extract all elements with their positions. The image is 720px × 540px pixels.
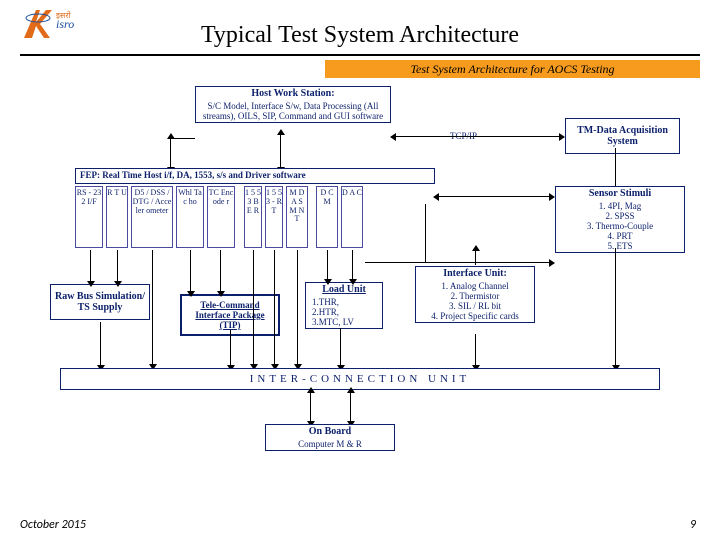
tm-data-box: TM-Data Acquisition System — [565, 118, 680, 154]
connector — [90, 250, 91, 282]
loadunit-box: Load Unit 1.THR, 2.HTR, 3.MTC, LV — [305, 282, 383, 329]
col-mdasmnt: M D A S M N T — [286, 186, 308, 248]
connector — [425, 262, 550, 263]
sensor-list: 1. 4PI, Mag 2. SPSS 3. Thermo-Couple 4. … — [556, 200, 684, 252]
col-1553ber: 1 5 5 3 B E R — [244, 186, 262, 248]
footer-page: 9 — [690, 518, 696, 532]
sensor-header: Sensor Stimuli — [556, 187, 684, 200]
connector — [350, 392, 351, 422]
connector — [190, 250, 191, 292]
interconnection-unit: INTER-CONNECTION UNIT — [60, 368, 660, 390]
tm-header: TM-Data Acquisition System — [566, 119, 679, 153]
interface-unit-box: Interface Unit: 1. Analog Channel 2. The… — [415, 266, 535, 323]
connector — [274, 250, 275, 365]
obc-box: On Board Computer M & R — [265, 424, 395, 451]
col-dss: D5 / DSS / DTG / Acceler ometer — [131, 186, 173, 248]
col-dac: D A C — [341, 186, 363, 248]
architecture-diagram: Host Work Station: S/C Model, Interface … — [20, 86, 700, 496]
footer-date: October 2015 — [20, 518, 86, 532]
sensor-stimuli-box: Sensor Stimuli 1. 4PI, Mag 2. SPSS 3. Th… — [555, 186, 685, 253]
connector — [365, 262, 425, 263]
col-rs232: RS - 232 I/F — [75, 186, 103, 248]
page-title: Typical Test System Architecture — [0, 22, 720, 49]
svg-text:इसरो: इसरो — [56, 10, 72, 20]
connector — [170, 138, 171, 168]
load-header: Load Unit — [306, 283, 382, 296]
connector — [310, 392, 311, 422]
connector — [395, 136, 560, 137]
connector — [327, 250, 328, 280]
fep-text: FEP: Real Time Host i/f, DA, 1553, s/s a… — [76, 169, 434, 181]
host-workstation-box: Host Work Station: S/C Model, Interface … — [195, 86, 391, 123]
load-body: 1.THR, 2.HTR, 3.MTC, LV — [306, 296, 382, 328]
connector — [425, 204, 426, 262]
tip-header: Tele-Command Interface Package (TIP) — [182, 296, 278, 334]
rawbus-box: Raw Bus Simulation/ TS Supply — [50, 284, 150, 320]
connector — [615, 248, 616, 366]
connector — [230, 330, 231, 366]
obc-header: On Board — [266, 425, 394, 438]
col-1553rt: 1 5 5 3 - R T — [265, 186, 283, 248]
col-rtu: R T U — [106, 186, 128, 248]
connector — [170, 138, 195, 139]
connector — [352, 250, 353, 280]
col-dcm: D C M — [316, 186, 338, 248]
connector — [615, 148, 616, 186]
host-body: S/C Model, Interface S/w, Data Processin… — [196, 100, 390, 122]
connector — [297, 250, 298, 365]
connector — [152, 250, 153, 365]
connector — [117, 250, 118, 282]
connector — [220, 250, 221, 292]
subtitle-banner: Test System Architecture for AOCS Testin… — [325, 60, 700, 78]
rawbus-header: Raw Bus Simulation/ TS Supply — [51, 285, 149, 319]
col-tc: TC Enc ode r — [207, 186, 235, 248]
ifu-list: 1. Analog Channel 2. Thermistor 3. SIL /… — [416, 280, 534, 322]
title-underline — [20, 54, 700, 56]
obc-body: Computer M & R — [266, 438, 394, 450]
connector — [438, 196, 550, 197]
connector — [100, 322, 101, 366]
ifu-header: Interface Unit: — [416, 267, 534, 280]
connector — [253, 250, 254, 365]
connector — [340, 328, 341, 366]
connector — [280, 134, 281, 168]
connector — [475, 334, 476, 366]
fep-box: FEP: Real Time Host i/f, DA, 1553, s/s a… — [75, 168, 435, 184]
host-header: Host Work Station: — [196, 87, 390, 100]
col-whl: Whl Tac ho — [176, 186, 204, 248]
